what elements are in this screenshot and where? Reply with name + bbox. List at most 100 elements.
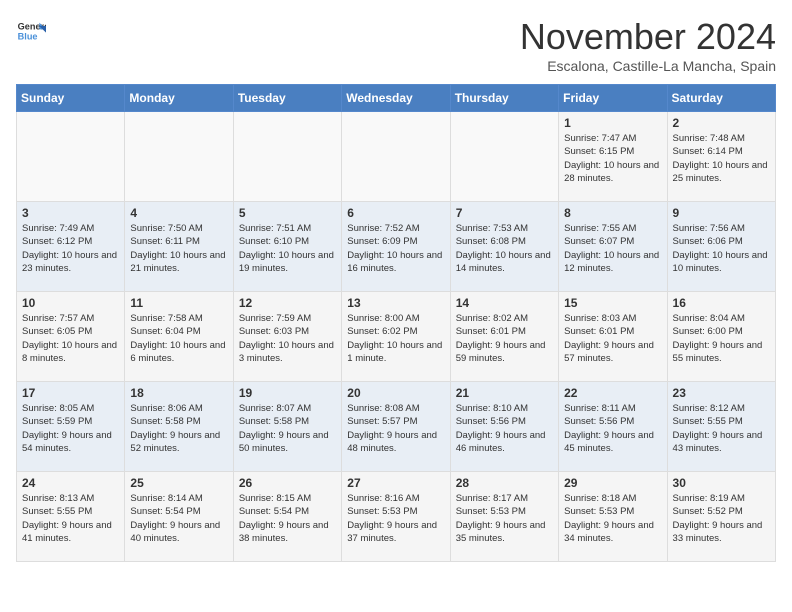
- page-header: General Blue November 2024 Escalona, Cas…: [16, 16, 776, 74]
- day-number: 1: [564, 116, 661, 130]
- day-info: Sunrise: 8:10 AM Sunset: 5:56 PM Dayligh…: [456, 402, 553, 455]
- day-number: 11: [130, 296, 227, 310]
- logo-icon: General Blue: [16, 16, 46, 46]
- day-number: 9: [673, 206, 770, 220]
- calendar-cell: 30 Sunrise: 8:19 AM Sunset: 5:52 PM Dayli…: [667, 472, 775, 562]
- day-info: Sunrise: 8:06 AM Sunset: 5:58 PM Dayligh…: [130, 402, 227, 455]
- calendar-cell: [17, 112, 125, 202]
- day-info: Sunrise: 7:55 AM Sunset: 6:07 PM Dayligh…: [564, 222, 661, 275]
- day-number: 21: [456, 386, 553, 400]
- calendar-cell: 16Sunrise: 8:04 AM Sunset: 6:00 PM Dayli…: [667, 292, 775, 382]
- calendar-cell: 8 Sunrise: 7:55 AM Sunset: 6:07 PM Daylig…: [559, 202, 667, 292]
- day-info: Sunrise: 8:03 AM Sunset: 6:01 PM Dayligh…: [564, 312, 661, 365]
- day-info: Sunrise: 7:47 AM Sunset: 6:15 PM Dayligh…: [564, 132, 661, 185]
- day-info: Sunrise: 7:49 AM Sunset: 6:12 PM Dayligh…: [22, 222, 119, 275]
- day-info: Sunrise: 8:11 AM Sunset: 5:56 PM Dayligh…: [564, 402, 661, 455]
- day-number: 14: [456, 296, 553, 310]
- calendar-cell: [233, 112, 341, 202]
- day-info: Sunrise: 7:48 AM Sunset: 6:14 PM Dayligh…: [673, 132, 770, 185]
- day-number: 7: [456, 206, 553, 220]
- day-info: Sunrise: 7:52 AM Sunset: 6:09 PM Dayligh…: [347, 222, 444, 275]
- day-info: Sunrise: 8:15 AM Sunset: 5:54 PM Dayligh…: [239, 492, 336, 545]
- calendar-cell: 10Sunrise: 7:57 AM Sunset: 6:05 PM Dayli…: [17, 292, 125, 382]
- calendar-cell: 24 Sunrise: 8:13 AM Sunset: 5:55 PM Dayli…: [17, 472, 125, 562]
- day-info: Sunrise: 7:53 AM Sunset: 6:08 PM Dayligh…: [456, 222, 553, 275]
- calendar-cell: 9 Sunrise: 7:56 AM Sunset: 6:06 PM Daylig…: [667, 202, 775, 292]
- calendar-cell: 12 Sunrise: 7:59 AM Sunset: 6:03 PM Dayli…: [233, 292, 341, 382]
- calendar-week-2: 3Sunrise: 7:49 AM Sunset: 6:12 PM Daylig…: [17, 202, 776, 292]
- title-area: November 2024 Escalona, Castille-La Manc…: [520, 16, 776, 74]
- calendar-week-4: 17 Sunrise: 8:05 AM Sunset: 5:59 PM Dayli…: [17, 382, 776, 472]
- day-number: 28: [456, 476, 553, 490]
- calendar-cell: 26 Sunrise: 8:15 AM Sunset: 5:54 PM Dayli…: [233, 472, 341, 562]
- calendar-cell: 19 Sunrise: 8:07 AM Sunset: 5:58 PM Dayli…: [233, 382, 341, 472]
- calendar-cell: 23 Sunrise: 8:12 AM Sunset: 5:55 PM Dayli…: [667, 382, 775, 472]
- day-info: Sunrise: 7:59 AM Sunset: 6:03 PM Dayligh…: [239, 312, 336, 365]
- day-info: Sunrise: 7:51 AM Sunset: 6:10 PM Dayligh…: [239, 222, 336, 275]
- day-info: Sunrise: 7:56 AM Sunset: 6:06 PM Dayligh…: [673, 222, 770, 275]
- day-number: 2: [673, 116, 770, 130]
- day-number: 25: [130, 476, 227, 490]
- calendar-cell: [342, 112, 450, 202]
- day-info: Sunrise: 8:07 AM Sunset: 5:58 PM Dayligh…: [239, 402, 336, 455]
- calendar-cell: 5 Sunrise: 7:51 AM Sunset: 6:10 PM Daylig…: [233, 202, 341, 292]
- calendar-cell: [125, 112, 233, 202]
- day-number: 10: [22, 296, 119, 310]
- day-number: 17: [22, 386, 119, 400]
- day-number: 4: [130, 206, 227, 220]
- day-number: 24: [22, 476, 119, 490]
- calendar-week-1: 1 Sunrise: 7:47 AM Sunset: 6:15 PM Daylig…: [17, 112, 776, 202]
- calendar-cell: 25 Sunrise: 8:14 AM Sunset: 5:54 PM Dayli…: [125, 472, 233, 562]
- day-info: Sunrise: 8:14 AM Sunset: 5:54 PM Dayligh…: [130, 492, 227, 545]
- day-info: Sunrise: 8:13 AM Sunset: 5:55 PM Dayligh…: [22, 492, 119, 545]
- header-monday: Monday: [125, 85, 233, 112]
- calendar-cell: 1 Sunrise: 7:47 AM Sunset: 6:15 PM Daylig…: [559, 112, 667, 202]
- day-number: 29: [564, 476, 661, 490]
- calendar-cell: 18 Sunrise: 8:06 AM Sunset: 5:58 PM Dayli…: [125, 382, 233, 472]
- day-number: 18: [130, 386, 227, 400]
- calendar-cell: 17 Sunrise: 8:05 AM Sunset: 5:59 PM Dayli…: [17, 382, 125, 472]
- day-number: 12: [239, 296, 336, 310]
- header-friday: Friday: [559, 85, 667, 112]
- calendar-cell: 4 Sunrise: 7:50 AM Sunset: 6:11 PM Daylig…: [125, 202, 233, 292]
- day-info: Sunrise: 8:04 AM Sunset: 6:00 PM Dayligh…: [673, 312, 770, 365]
- calendar-cell: 11Sunrise: 7:58 AM Sunset: 6:04 PM Dayli…: [125, 292, 233, 382]
- day-number: 8: [564, 206, 661, 220]
- location-subtitle: Escalona, Castille-La Mancha, Spain: [520, 58, 776, 74]
- day-number: 23: [673, 386, 770, 400]
- day-number: 15: [564, 296, 661, 310]
- day-number: 13: [347, 296, 444, 310]
- day-info: Sunrise: 8:02 AM Sunset: 6:01 PM Dayligh…: [456, 312, 553, 365]
- day-number: 19: [239, 386, 336, 400]
- logo: General Blue: [16, 16, 46, 46]
- day-number: 5: [239, 206, 336, 220]
- calendar-header-row: SundayMondayTuesdayWednesdayThursdayFrid…: [17, 85, 776, 112]
- day-info: Sunrise: 8:18 AM Sunset: 5:53 PM Dayligh…: [564, 492, 661, 545]
- day-info: Sunrise: 7:50 AM Sunset: 6:11 PM Dayligh…: [130, 222, 227, 275]
- calendar-cell: 3Sunrise: 7:49 AM Sunset: 6:12 PM Daylig…: [17, 202, 125, 292]
- calendar-cell: [450, 112, 558, 202]
- day-info: Sunrise: 8:19 AM Sunset: 5:52 PM Dayligh…: [673, 492, 770, 545]
- day-info: Sunrise: 8:05 AM Sunset: 5:59 PM Dayligh…: [22, 402, 119, 455]
- month-title: November 2024: [520, 16, 776, 58]
- calendar-cell: 15 Sunrise: 8:03 AM Sunset: 6:01 PM Dayli…: [559, 292, 667, 382]
- day-number: 30: [673, 476, 770, 490]
- calendar-week-5: 24 Sunrise: 8:13 AM Sunset: 5:55 PM Dayli…: [17, 472, 776, 562]
- day-number: 26: [239, 476, 336, 490]
- header-thursday: Thursday: [450, 85, 558, 112]
- calendar-cell: 22Sunrise: 8:11 AM Sunset: 5:56 PM Dayli…: [559, 382, 667, 472]
- header-tuesday: Tuesday: [233, 85, 341, 112]
- header-sunday: Sunday: [17, 85, 125, 112]
- calendar-week-3: 10Sunrise: 7:57 AM Sunset: 6:05 PM Dayli…: [17, 292, 776, 382]
- day-info: Sunrise: 8:16 AM Sunset: 5:53 PM Dayligh…: [347, 492, 444, 545]
- calendar-cell: 6 Sunrise: 7:52 AM Sunset: 6:09 PM Daylig…: [342, 202, 450, 292]
- day-info: Sunrise: 8:12 AM Sunset: 5:55 PM Dayligh…: [673, 402, 770, 455]
- day-number: 6: [347, 206, 444, 220]
- calendar-cell: 14 Sunrise: 8:02 AM Sunset: 6:01 PM Dayli…: [450, 292, 558, 382]
- calendar-cell: 2 Sunrise: 7:48 AM Sunset: 6:14 PM Daylig…: [667, 112, 775, 202]
- header-saturday: Saturday: [667, 85, 775, 112]
- calendar-cell: 13Sunrise: 8:00 AM Sunset: 6:02 PM Dayli…: [342, 292, 450, 382]
- day-info: Sunrise: 8:08 AM Sunset: 5:57 PM Dayligh…: [347, 402, 444, 455]
- calendar-table: SundayMondayTuesdayWednesdayThursdayFrid…: [16, 84, 776, 562]
- day-info: Sunrise: 8:17 AM Sunset: 5:53 PM Dayligh…: [456, 492, 553, 545]
